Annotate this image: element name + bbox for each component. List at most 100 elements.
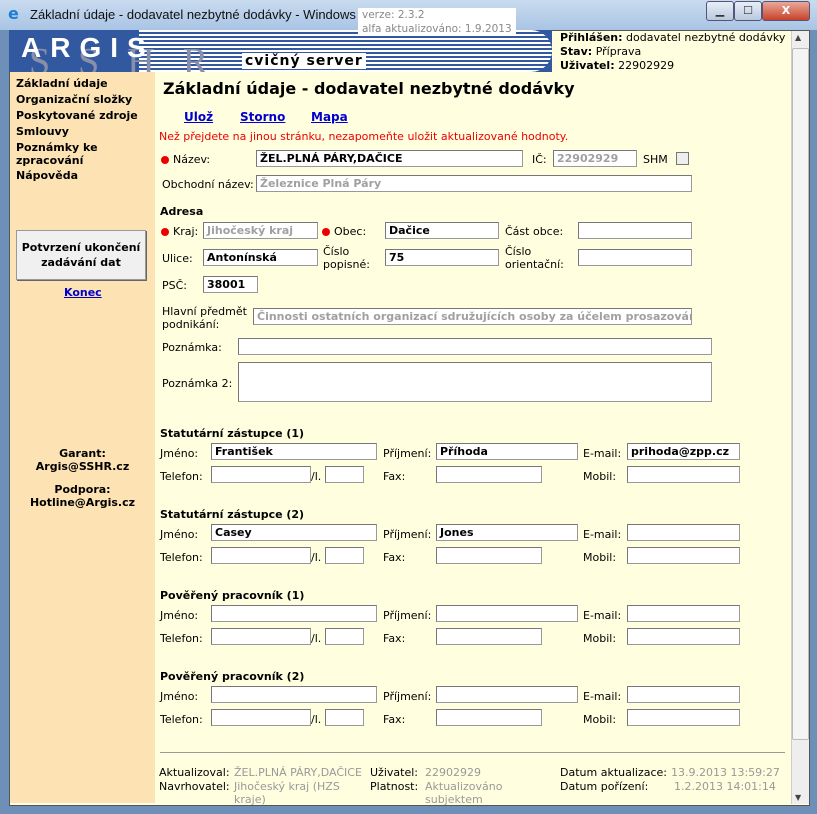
version: verze: 2.3.2 — [362, 9, 425, 21]
cislo-orientacni-input[interactable] — [578, 249, 692, 266]
telefon-label: Telefon: — [160, 470, 203, 483]
cast-obce-input[interactable] — [578, 222, 692, 239]
cislo-popisne-label: Číslo popisné: — [323, 245, 370, 271]
telefon-input[interactable] — [211, 709, 311, 726]
obchodni-input[interactable]: Železnice Plná Páry — [256, 175, 692, 192]
psc-label: PSČ: — [162, 279, 188, 292]
datum-aktualizace-label: Datum aktualizace: — [560, 766, 667, 779]
poznamka-input[interactable] — [238, 338, 712, 355]
shm-checkbox[interactable] — [676, 152, 689, 165]
ext-label: /l. — [311, 551, 322, 564]
close-button[interactable]: X — [762, 1, 810, 21]
prijmeni-input[interactable]: Příhoda — [436, 443, 578, 460]
telefon-input[interactable] — [211, 547, 311, 564]
prijmeni-label: Příjmení: — [383, 447, 432, 460]
kraj-input[interactable]: Jihočeský kraj — [203, 222, 318, 239]
fax-label: Fax: — [383, 470, 406, 483]
minimize-button[interactable]: ▁ — [706, 1, 734, 21]
fax-input[interactable] — [436, 709, 542, 726]
jmeno-input[interactable]: František — [211, 443, 377, 460]
garant-email: Argis@SSHR.cz — [35, 460, 130, 473]
mobil-input[interactable] — [627, 466, 740, 483]
sidebar-item-poznamky[interactable]: Poznámky ke zpracování — [16, 141, 116, 167]
prijmeni-input[interactable] — [436, 605, 578, 622]
ext-label: /l. — [311, 470, 322, 483]
sidebar-item-zakladni-udaje[interactable]: Základní údaje — [16, 77, 151, 90]
poznamka-label: Poznámka: — [162, 341, 222, 354]
required-icon — [161, 156, 169, 164]
scroll-up-icon[interactable]: ▲ — [795, 33, 801, 42]
kraj-label: Kraj: — [161, 225, 198, 238]
poznamka2-textarea[interactable] — [238, 362, 712, 402]
scrollbar-thumb[interactable] — [792, 48, 809, 740]
ext-input[interactable] — [325, 466, 364, 483]
unsaved-warning: Než přejdete na jinou stránku, nezapomeň… — [159, 130, 569, 143]
navrhovatel-label: Navrhovatel: — [159, 780, 230, 793]
platnost-label: Platnost: — [370, 780, 419, 793]
nazev-label: Název: — [161, 153, 210, 166]
confirm-finish-button[interactable]: Potvrzení ukončení zadávání dat — [16, 230, 146, 280]
jmeno-input[interactable]: Casey — [211, 524, 377, 541]
obec-input[interactable]: Dačice — [385, 222, 499, 239]
prijmeni-label: Příjmení: — [383, 528, 432, 541]
datum-porizeni-value: 1.2.2013 14:01:14 — [674, 780, 776, 793]
map-link[interactable]: Mapa — [311, 110, 348, 124]
support-label: Podpora: — [54, 483, 111, 496]
telefon-input[interactable] — [211, 466, 311, 483]
fax-input[interactable] — [436, 466, 542, 483]
sidebar-item-poskytovane-zdroje[interactable]: Poskytované zdroje — [16, 109, 151, 122]
psc-input[interactable]: 38001 — [203, 276, 258, 293]
email-input[interactable] — [627, 686, 740, 703]
user-value: 22902929 — [618, 59, 675, 72]
contact-heading: Statutární zástupce (1) — [160, 427, 305, 440]
save-link[interactable]: Ulož — [184, 110, 213, 124]
fax-input[interactable] — [436, 628, 542, 645]
prijmeni-label: Příjmení: — [383, 609, 432, 622]
uzivatel-value: 22902929 — [425, 766, 481, 779]
telefon-input[interactable] — [211, 628, 311, 645]
jmeno-label: Jméno: — [160, 528, 199, 541]
ulice-input[interactable]: Antonínská — [203, 249, 318, 266]
prijmeni-input[interactable] — [436, 686, 578, 703]
sidebar-item-napoveda[interactable]: Nápověda — [16, 169, 151, 182]
mobil-input[interactable] — [627, 628, 740, 645]
predmet-input[interactable]: Činnosti ostatních organizací sdružující… — [253, 308, 692, 325]
fax-input[interactable] — [436, 547, 542, 564]
garant-label: Garant: — [59, 447, 106, 460]
mobil-input[interactable] — [627, 547, 740, 564]
ext-input[interactable] — [325, 547, 364, 564]
logged-label: Přihlášen: — [560, 31, 623, 44]
support-email: Hotline@Argis.cz — [29, 496, 136, 509]
sidebar-item-smlouvy[interactable]: Smlouvy — [16, 125, 151, 138]
required-icon — [322, 228, 330, 236]
mobil-label: Mobil: — [583, 713, 617, 726]
required-icon — [161, 228, 169, 236]
cancel-link[interactable]: Storno — [240, 110, 285, 124]
aktualizoval-label: Aktualizoval: — [159, 766, 230, 779]
ext-input[interactable] — [325, 709, 364, 726]
user-label: Uživatel: — [560, 59, 615, 72]
cislo-popisne-input[interactable]: 75 — [385, 249, 499, 266]
email-input[interactable] — [627, 524, 740, 541]
jmeno-input[interactable] — [211, 686, 377, 703]
nazev-input[interactable]: ŽEL.PLNÁ PÁRY,DAČICE — [256, 150, 523, 167]
shm-label: SHM — [643, 153, 668, 166]
prijmeni-input[interactable]: Jones — [436, 524, 578, 541]
datum-aktualizace-value: 13.9.2013 13:59:27 — [671, 766, 780, 779]
poznamka2-label: Poznámka 2: — [162, 377, 233, 390]
logout-link[interactable]: Konec — [64, 286, 102, 299]
ext-input[interactable] — [325, 628, 364, 645]
mobil-input[interactable] — [627, 709, 740, 726]
jmeno-input[interactable] — [211, 605, 377, 622]
ic-input[interactable]: 22902929 — [553, 150, 637, 167]
obec-label-text: Obec: — [334, 225, 367, 238]
email-input[interactable] — [627, 605, 740, 622]
obchodni-label: Obchodní název: — [162, 178, 254, 191]
mobil-label: Mobil: — [583, 551, 617, 564]
contact-heading: Pověřený pracovník (2) — [160, 670, 305, 683]
email-input[interactable]: prihoda@zpp.cz — [627, 443, 740, 460]
sidebar-item-organizacni-slozky[interactable]: Organizační složky — [16, 93, 151, 106]
maximize-button[interactable]: ☐ — [734, 1, 762, 21]
scroll-down-icon[interactable]: ▼ — [795, 793, 801, 802]
fax-label: Fax: — [383, 632, 406, 645]
